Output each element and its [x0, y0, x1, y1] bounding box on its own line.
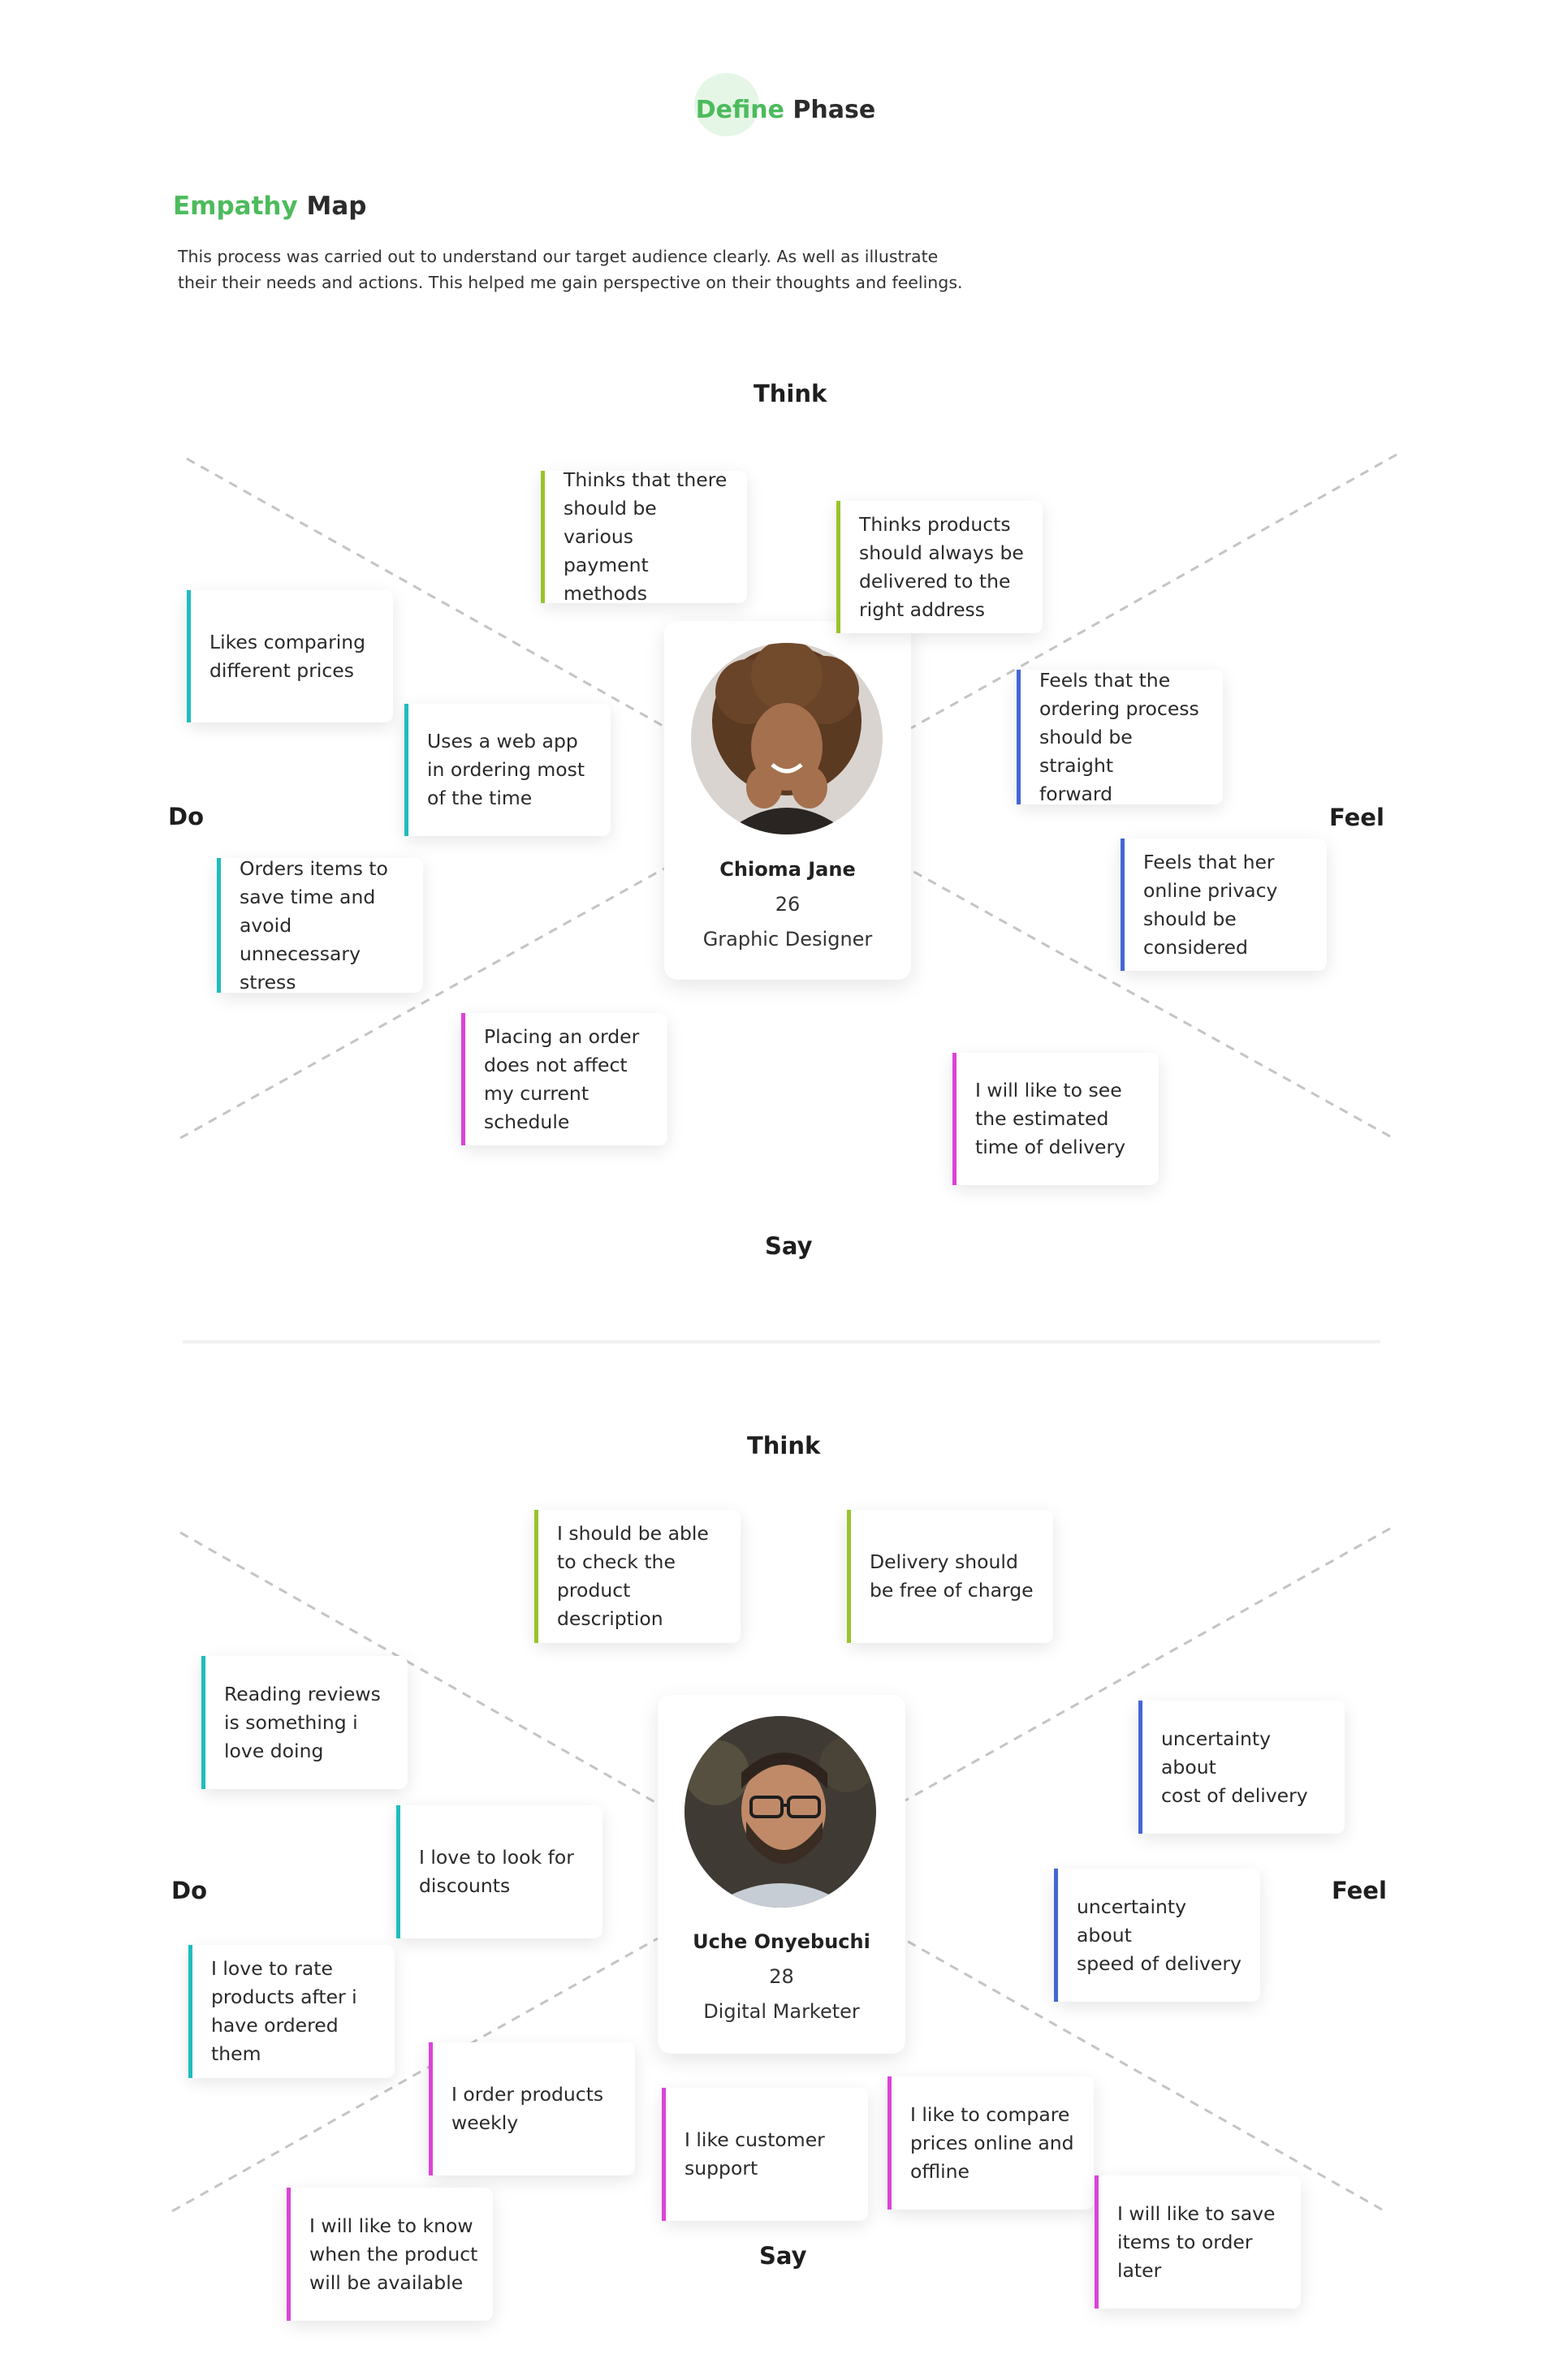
feel-card: uncertainty about speed of delivery — [1054, 1869, 1260, 2002]
section-divider — [183, 1340, 1380, 1343]
quadrant-label-do: Do — [168, 803, 204, 830]
feel-card: Feels that her online privacy should be … — [1121, 839, 1327, 971]
section-title-main: Map — [306, 192, 367, 221]
say-card: I will like to see the estimated time of… — [952, 1053, 1159, 1185]
persona-age: 26 — [775, 893, 801, 916]
persona-role: Digital Marketer — [703, 2000, 860, 2023]
say-card: I like to compare prices online and offl… — [887, 2076, 1094, 2210]
quadrant-label-think: Think — [747, 1432, 821, 1459]
say-card: I order products weekly — [429, 2042, 635, 2175]
do-card: Likes comparing different prices — [187, 590, 393, 722]
think-card: Thinks that there should be various paym… — [541, 468, 747, 605]
persona-name: Chioma Jane — [719, 858, 856, 881]
section-title: Empathy Map — [173, 192, 366, 221]
think-card: Thinks products should always be deliver… — [836, 501, 1043, 633]
intro-paragraph: This process was carried out to understa… — [178, 244, 990, 295]
do-card: Reading reviews is something i love doin… — [201, 1656, 408, 1789]
phase-title-accent: Define — [695, 96, 784, 124]
say-card: I will like to save items to order later — [1095, 2175, 1301, 2309]
do-card: Orders items to save time and avoid unne… — [217, 857, 423, 994]
persona-age: 28 — [769, 1965, 794, 1988]
quadrant-label-feel: Feel — [1332, 1877, 1387, 1904]
do-card: I love to rate products after i have ord… — [188, 1945, 395, 2078]
woman-curly-hair-avatar-icon — [691, 643, 883, 834]
think-card: Delivery should be free of charge — [847, 1510, 1053, 1643]
persona-card: Chioma Jane 26 Graphic Designer — [664, 621, 911, 980]
bearded-man-glasses-avatar-icon — [684, 1716, 876, 1908]
quadrant-label-think: Think — [754, 380, 827, 407]
feel-card: Feels that the ordering process should b… — [1017, 669, 1223, 805]
quadrant-label-do: Do — [171, 1877, 207, 1904]
phase-title-main: Phase — [792, 96, 876, 124]
do-card: Uses a web app in ordering most of the t… — [404, 704, 611, 836]
quadrant-label-say: Say — [765, 1232, 813, 1260]
say-card: I will like to know when the product wil… — [287, 2188, 493, 2321]
section-title-accent: Empathy — [173, 192, 298, 221]
intro-line-1: This process was carried out to understa… — [178, 247, 939, 266]
persona-name: Uche Onyebuchi — [693, 1930, 870, 1953]
persona-role: Graphic Designer — [702, 928, 873, 951]
say-card: Placing an order does not affect my curr… — [461, 1013, 667, 1145]
intro-line-2: their their needs and actions. This help… — [178, 273, 963, 292]
say-card: I like customer support — [662, 2088, 868, 2221]
persona-card: Uche Onyebuchi 28 Digital Marketer — [658, 1695, 905, 2054]
feel-card: uncertainty about cost of delivery — [1138, 1701, 1345, 1834]
think-card: I should be able to check the product de… — [534, 1510, 741, 1643]
quadrant-label-feel: Feel — [1329, 804, 1384, 831]
quadrant-label-say: Say — [759, 2242, 807, 2270]
do-card: I love to look for discounts — [396, 1805, 602, 1938]
phase-title: Define Phase — [0, 96, 1559, 124]
